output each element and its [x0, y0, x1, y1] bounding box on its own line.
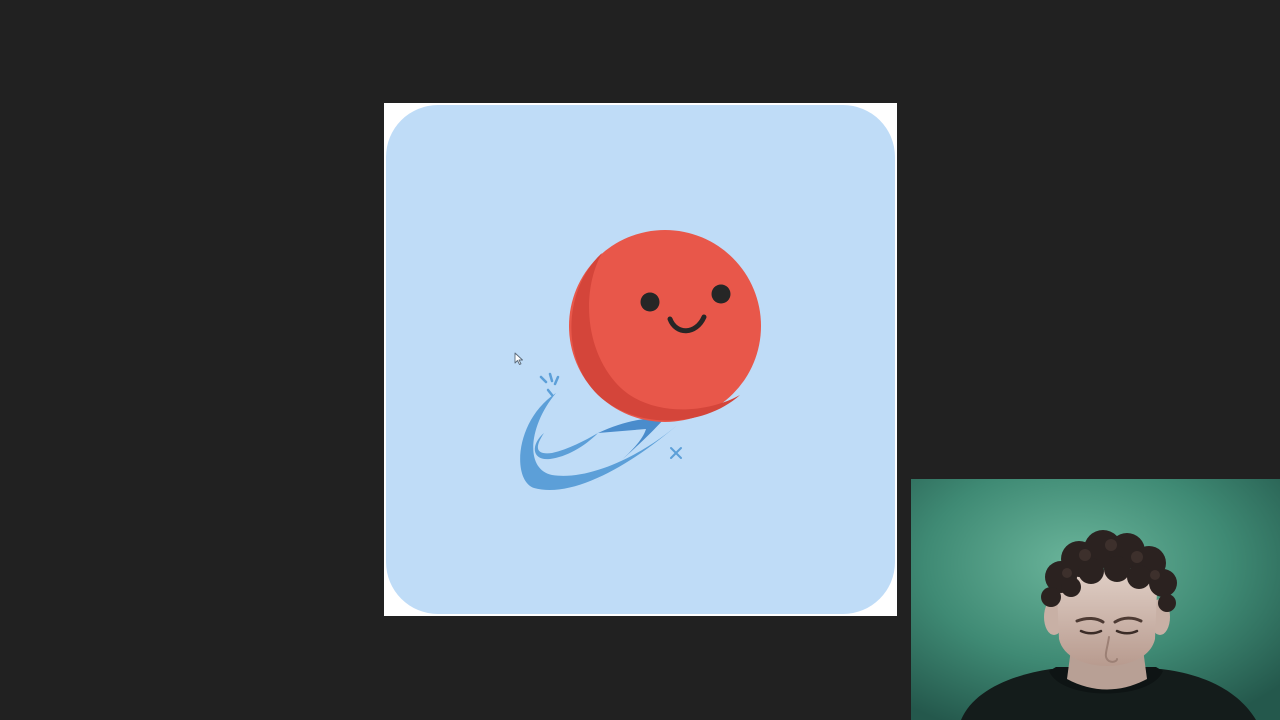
smiling-ball-icon [569, 230, 761, 422]
screen-share-stage [0, 0, 1280, 720]
webcam-overlay [911, 479, 1280, 720]
app-icon-preview [384, 103, 897, 616]
presenter-video-feed [911, 479, 1280, 720]
eye-left [640, 292, 660, 312]
app-icon-image [386, 105, 895, 614]
mouse-cursor-icon [514, 352, 523, 365]
eye-right [711, 284, 731, 304]
